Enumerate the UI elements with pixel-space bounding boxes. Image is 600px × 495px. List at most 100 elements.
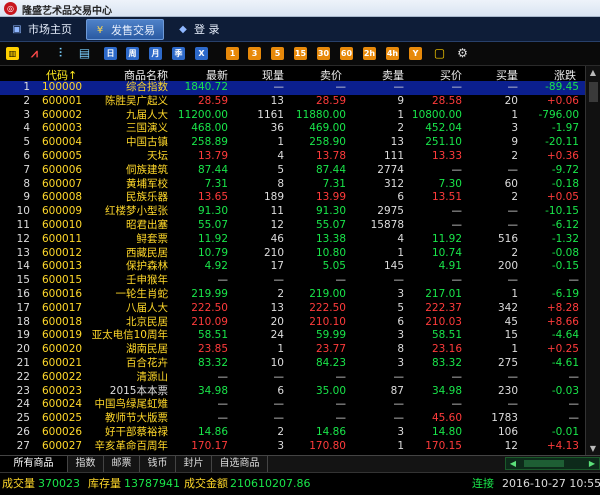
- scroll-right-icon[interactable]: ▶: [587, 458, 597, 469]
- tab-covers[interactable]: 封片: [176, 456, 212, 472]
- table-row[interactable]: 16 600016 一轮生肖蛇 219.99 2 219.00 3 217.01 1 -6.19: [0, 288, 585, 302]
- horizontal-scrollbar[interactable]: ◀ ▶: [505, 457, 600, 470]
- bid-volume-cell: 1: [511, 288, 518, 300]
- table-row[interactable]: 2 600001 陈胜吴广起义 28.59 13 28.59 9 28.58 20 +0.06: [0, 95, 585, 109]
- period-week-button[interactable]: 周: [126, 47, 139, 60]
- table-row[interactable]: 9 600008 民族乐器 13.65 189 13.99 6 13.51 2 +0.05: [0, 191, 585, 205]
- hour-2-button[interactable]: 2h: [363, 47, 376, 60]
- table-row[interactable]: 4 600003 三国演义 468.00 36 469.00 2 452.04 3 -1.97: [0, 122, 585, 136]
- hscroll-thumb[interactable]: [524, 460, 564, 467]
- table-row[interactable]: 8 600007 黄埔军校 7.31 8 7.31 312 7.30 60 -0.18: [0, 178, 585, 192]
- ask-price-cell: 91.30: [315, 205, 346, 218]
- ask-volume-cell: 1: [397, 246, 404, 259]
- volume-cell: 2: [277, 288, 284, 300]
- nav-issue-trade[interactable]: ¥ 发售交易: [86, 19, 164, 40]
- nav-market-home[interactable]: ▣ 市场主页: [4, 19, 80, 40]
- minute-30-button[interactable]: 30: [317, 47, 330, 60]
- tab-all-products[interactable]: 所有商品: [0, 456, 68, 472]
- ask-price-cell: —: [335, 81, 347, 93]
- tab-stamps[interactable]: 邮票: [104, 456, 140, 472]
- row-number: 13: [16, 246, 30, 259]
- note-icon[interactable]: ▢: [433, 47, 446, 60]
- table-row[interactable]: 18 600018 北京民居 210.09 20 210.10 6 210.03 45 +8.66: [0, 316, 585, 330]
- volume-cell: —: [273, 412, 285, 425]
- quote-board-icon[interactable]: ▥: [6, 47, 19, 60]
- last-price-cell: 11200.00: [177, 108, 228, 121]
- table-row[interactable]: 23 600023 2015本本票 34.98 6 35.00 87 34.98 230 -0.0…: [0, 385, 585, 399]
- volume-cell: 6: [277, 384, 284, 397]
- gear-icon[interactable]: ⚙: [456, 47, 469, 60]
- multi-chart-icon[interactable]: ⫶: [54, 47, 67, 60]
- volume-cell: —: [273, 398, 285, 411]
- change-cell: -796.00: [538, 108, 579, 121]
- period-season-button[interactable]: 季: [172, 47, 185, 60]
- scroll-down-icon[interactable]: ▼: [588, 444, 598, 453]
- ask-volume-cell: 3: [397, 329, 404, 342]
- minute-5-button[interactable]: 5: [271, 47, 284, 60]
- volume-cell: 24: [270, 329, 284, 342]
- hour-4-button[interactable]: 4h: [386, 47, 399, 60]
- change-cell: -1.97: [551, 122, 579, 135]
- table-row[interactable]: 6 600005 天坛 13.79 4 13.78 111 13.33 2 +0.36: [0, 150, 585, 164]
- bid-price-cell: 34.98: [431, 384, 462, 397]
- ask-price-cell: 87.44: [315, 163, 346, 176]
- table-row[interactable]: 15 600015 壬申猴年 — — — — — — —: [0, 274, 585, 288]
- name-cell: 陈胜吴广起义: [105, 94, 168, 107]
- ask-volume-cell: —: [393, 370, 405, 383]
- table-row[interactable]: 14 600013 保护森林 4.92 17 5.05 145 4.91 200 -0.15: [0, 260, 585, 274]
- connection-status[interactable]: 连接: [472, 473, 494, 495]
- ask-volume-cell: 5: [397, 301, 404, 314]
- table-row[interactable]: 24 600024 中国鸟绿尾虹雉 — — — — — — —: [0, 398, 585, 412]
- year-button[interactable]: Y: [409, 47, 422, 60]
- minute-1-button[interactable]: 1: [226, 47, 239, 60]
- period-x-button[interactable]: X: [195, 47, 208, 60]
- volume-cell: —: [273, 370, 285, 383]
- ask-volume-cell: 111: [383, 150, 404, 162]
- minute-15-button[interactable]: 15: [294, 47, 307, 60]
- vertical-scrollbar[interactable]: ▲ ▼: [585, 66, 600, 455]
- table-row[interactable]: 27 600027 辛亥革命百周年 170.17 3 170.80 1 170.15 12 +4.…: [0, 440, 585, 454]
- tab-coins[interactable]: 钱币: [140, 456, 176, 472]
- table-row[interactable]: 5 600004 中国古镇 258.89 1 258.90 13 251.10 9 -20.11: [0, 136, 585, 150]
- volume-cell: 12: [270, 219, 284, 231]
- volume-cell: 1: [277, 136, 284, 149]
- last-price-cell: 170.17: [191, 439, 228, 452]
- table-row[interactable]: 7 600006 侗族建筑 87.44 5 87.44 2774— — -9.72: [0, 164, 585, 178]
- table-row[interactable]: 10 600009 红楼梦小型张 91.30 11 91.30 2975— — -10.15: [0, 205, 585, 219]
- bid-price-cell: 83.32: [431, 357, 462, 369]
- minute-60-button[interactable]: 60: [340, 47, 353, 60]
- nav-login[interactable]: ◆ 登 录: [170, 19, 236, 40]
- table-row[interactable]: 12 600011 鲟套票 11.92 46 13.38 4 11.92 516 -1.32: [0, 233, 585, 247]
- table-row[interactable]: 26 600026 好干部蔡裕禄 14.86 2 14.86 3 14.80 106 -0.01: [0, 426, 585, 440]
- bid-volume-cell: 3: [511, 122, 518, 135]
- table-row[interactable]: 21 600021 百合花卉 83.32 10 84.23 3 83.32 275 -4.61: [0, 357, 585, 371]
- kline-chart-icon[interactable]: ⩘: [28, 47, 41, 60]
- period-day-button[interactable]: 日: [104, 47, 117, 60]
- bid-volume-cell: 20: [504, 94, 518, 107]
- period-month-button[interactable]: 月: [149, 47, 162, 60]
- scroll-up-icon[interactable]: ▲: [588, 68, 598, 77]
- row-number: 4: [23, 122, 30, 135]
- table-row[interactable]: 25 600025 教师节大版票 — — — —45.60 1783—: [0, 412, 585, 426]
- volume-cell: 11: [270, 205, 284, 218]
- change-cell: —: [568, 412, 580, 425]
- scroll-thumb[interactable]: [589, 82, 598, 102]
- change-cell: -4.61: [551, 357, 579, 369]
- table-row[interactable]: 17 600017 八届人大 222.50 13 222.50 5 222.37 342 +8.2…: [0, 302, 585, 316]
- tab-favorites[interactable]: 自选商品: [212, 456, 268, 472]
- tab-index[interactable]: 指数: [68, 456, 104, 472]
- table-row[interactable]: 22 600022 清源山 — — — — — — —: [0, 371, 585, 385]
- table-row[interactable]: 20 600020 湖南民居 23.85 1 23.77 8 23.16 1 +0.25: [0, 343, 585, 357]
- table-row[interactable]: 1 100000 综合指数 1840.72— — — — — -89.45: [0, 81, 585, 95]
- table-row[interactable]: 19 600019 亚太电信10周年 58.51 24 59.99 3 58.51 15 -4.6…: [0, 329, 585, 343]
- minute-3-button[interactable]: 3: [248, 47, 261, 60]
- table-row[interactable]: 11 600010 昭君出塞 55.07 12 55.07 15878— — -6.12: [0, 219, 585, 233]
- report-icon[interactable]: ▤: [78, 47, 91, 60]
- table-row[interactable]: 13 600012 西藏民居 10.79 210 10.80 1 10.74 2 -0.08: [0, 247, 585, 261]
- volume-cell: 46: [270, 232, 284, 245]
- change-cell: -6.19: [551, 288, 579, 300]
- row-number: 18: [16, 315, 30, 328]
- table-row[interactable]: 3 600002 九届人大 11200.00 1161 11880.00 1 10800.00…: [0, 109, 585, 123]
- scroll-left-icon[interactable]: ◀: [508, 458, 518, 469]
- volume-cell: —: [273, 81, 285, 93]
